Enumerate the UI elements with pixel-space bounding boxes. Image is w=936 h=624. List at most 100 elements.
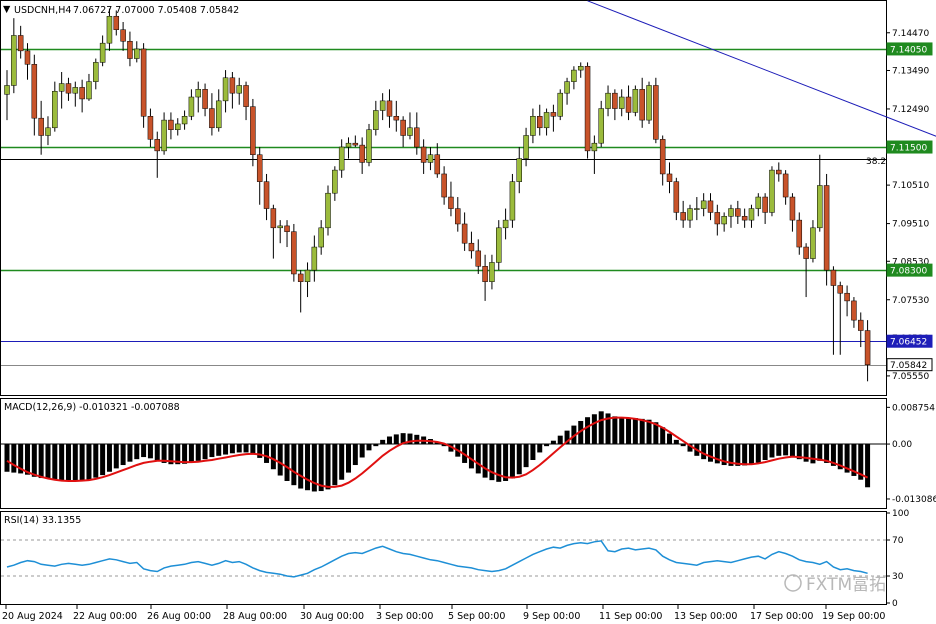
price-panel-frame (0, 0, 887, 396)
macd-bar (195, 444, 201, 461)
time-tick-label: 19 Sep 00:00 (822, 611, 885, 622)
candle-body (817, 185, 823, 229)
macd-bar (209, 444, 215, 458)
candle-body (639, 89, 645, 121)
candle-body (543, 112, 550, 129)
candle-body (297, 273, 304, 282)
macd-bar (489, 444, 495, 481)
macd-bar (598, 411, 604, 445)
candle-body (58, 83, 65, 92)
time-tick-label: 22 Aug 00:00 (73, 611, 137, 622)
macd-bar (93, 444, 99, 478)
candle-body (557, 92, 563, 117)
candle-body (516, 158, 522, 182)
candle-body (776, 169, 782, 175)
macd-bar (626, 418, 632, 445)
candle-body (844, 292, 850, 302)
macd-bar (817, 444, 823, 461)
candle-body (612, 92, 618, 109)
price-tick-label: 7.09510 (892, 220, 929, 230)
macd-bar (31, 444, 37, 477)
candle-body (72, 87, 79, 94)
macd-bar (667, 433, 673, 445)
macd-bar (270, 444, 276, 470)
candle-body (359, 144, 365, 163)
candle-body (550, 112, 557, 117)
candle-body (851, 300, 857, 321)
candle-body (407, 127, 413, 136)
macd-bar (503, 444, 509, 481)
rsi-tick-label: 30 (892, 572, 904, 582)
candle-body (496, 227, 502, 263)
macd-bar (707, 444, 713, 462)
macd-bar (523, 444, 529, 468)
time-tick-label: 9 Sep 00:00 (523, 611, 580, 622)
macd-bar (154, 444, 160, 461)
candle-body (427, 154, 434, 163)
macd-bar (332, 444, 338, 486)
candle-body (140, 48, 147, 117)
candle-body (181, 116, 188, 125)
macd-tick-label: 0.008754 (892, 403, 935, 413)
candle-body (161, 119, 167, 152)
candle-body (79, 87, 85, 100)
trading-chart[interactable]: 7.14470 7.13490 7.12490 7.11500 7.10510 7.095… (0, 0, 936, 624)
candle-body (434, 154, 441, 175)
fib-label: 38.2 (866, 157, 886, 167)
macd-bar (386, 436, 392, 445)
candle-body (769, 169, 775, 213)
macd-bar (100, 444, 106, 476)
candle-body (468, 242, 475, 252)
macd-bar (783, 444, 789, 456)
macd-bar (284, 444, 290, 481)
candle-body (646, 85, 652, 121)
macd-bar (325, 444, 331, 490)
macd-bar (755, 444, 761, 463)
candle-body (666, 173, 673, 182)
macd-bar (865, 444, 871, 488)
macd-tick-label: -0.013086 (892, 495, 936, 505)
macd-bar (680, 444, 686, 447)
candle-body (530, 116, 536, 136)
candle-body (65, 83, 72, 94)
candle-body (489, 262, 495, 282)
candle-body (694, 208, 700, 210)
candle-body (755, 196, 762, 209)
candle-body (106, 15, 113, 44)
macd-bar (339, 444, 345, 480)
macd-bar (585, 417, 591, 445)
candle-body (598, 108, 604, 144)
candle-body (250, 106, 256, 155)
time-tick-label: 30 Aug 00:00 (300, 611, 364, 622)
candle-body (229, 77, 236, 94)
macd-bar (393, 434, 399, 445)
level-label-current: 7.05842 (890, 361, 927, 371)
candle-body (673, 181, 680, 213)
candle-body (379, 100, 386, 111)
macd-bar (72, 444, 78, 481)
candle-body (448, 196, 454, 209)
macd-bar (147, 444, 153, 459)
macd-bar (182, 444, 188, 464)
candle-body (352, 142, 359, 146)
candle-body (803, 246, 809, 259)
candle-body (461, 223, 468, 244)
candle-body (195, 89, 201, 98)
macd-bar (236, 444, 242, 453)
macd-bar (557, 435, 563, 445)
time-tick-label: 26 Aug 00:00 (147, 611, 211, 622)
candle-body (99, 42, 106, 63)
macd-bar (776, 444, 782, 456)
macd-bar (366, 444, 372, 451)
macd-bar (468, 444, 474, 469)
candle-body (332, 169, 338, 194)
candle-body (618, 96, 625, 109)
macd-bar (748, 444, 754, 465)
macd-bar (243, 444, 249, 453)
macd-bar (134, 444, 140, 460)
candle-body (188, 96, 195, 117)
macd-bar (550, 440, 556, 445)
candle-body (209, 108, 215, 129)
candle-body (256, 154, 263, 182)
candle-body (796, 219, 803, 248)
